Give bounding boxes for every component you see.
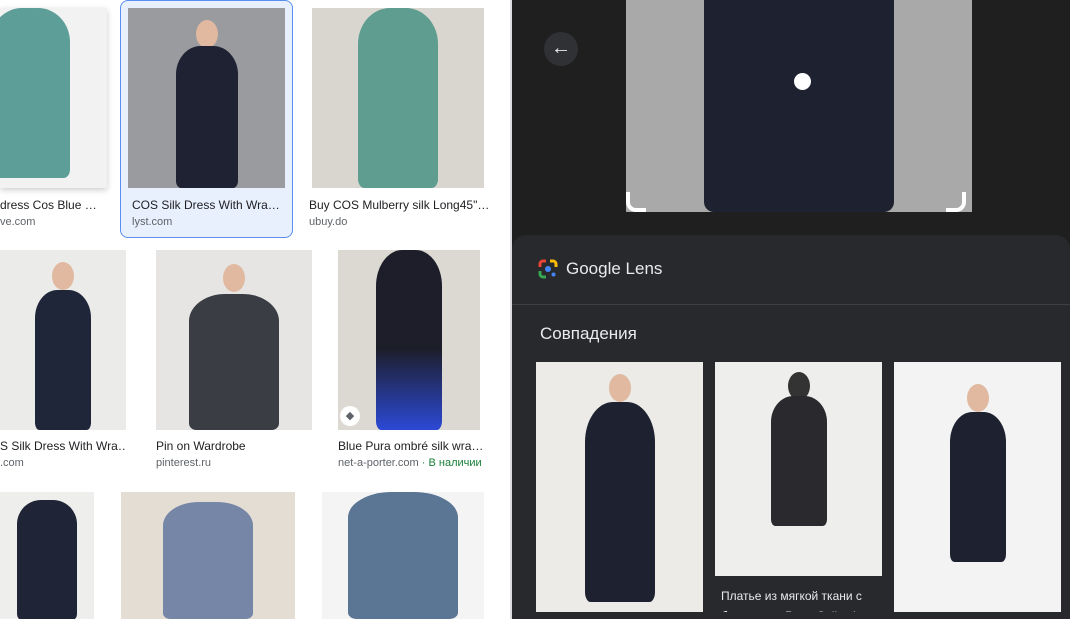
result-source: net-a-porter.com — [338, 457, 419, 469]
shopping-tag-icon: ◆ — [340, 406, 360, 426]
divider — [512, 304, 1070, 305]
result-image[interactable] — [121, 492, 295, 619]
result-image[interactable] — [156, 250, 312, 430]
result-source: ubuy.do — [309, 216, 348, 228]
google-lens-icon — [538, 259, 558, 279]
result-title[interactable]: Pin on Wardrobe — [156, 439, 246, 453]
result-source: lyst.com — [132, 216, 173, 228]
result-title[interactable]: dress Cos Blue … — [0, 198, 105, 212]
google-lens-header: Google Lens — [538, 259, 662, 279]
result-image[interactable] — [312, 8, 484, 188]
selected-image-crop[interactable] — [626, 0, 972, 212]
crop-handle[interactable] — [946, 192, 966, 212]
result-source: .com — [0, 457, 24, 469]
visual-match-dot[interactable] — [794, 73, 811, 90]
match-card[interactable] — [536, 362, 703, 612]
result-source: pinterest.ru — [156, 457, 212, 469]
result-title[interactable]: COS Silk Dress With Wra… — [132, 198, 282, 212]
crop-handle[interactable] — [626, 192, 646, 212]
result-image[interactable] — [0, 250, 126, 430]
match-card[interactable] — [894, 362, 1061, 612]
result-image[interactable] — [322, 492, 484, 619]
result-image[interactable]: ◆ — [338, 250, 480, 430]
result-title[interactable]: S Silk Dress With Wra… — [0, 439, 125, 453]
arrow-left-icon[interactable]: ← — [544, 32, 578, 66]
lens-brand: Google Lens — [566, 259, 663, 278]
match-card[interactable]: Платье из мягкой ткани с бусинами - Part… — [715, 362, 882, 612]
result-image[interactable] — [0, 8, 107, 188]
section-title: Совпадения — [540, 324, 637, 343]
match-title[interactable]: Платье из мягкой ткани с бусинами - Part… — [721, 586, 881, 612]
result-title[interactable]: Blue Pura ombré silk wra… — [338, 439, 488, 453]
image-results-grid: dress Cos Blue … ve.com COS Silk Dress W… — [0, 0, 510, 619]
availability-badge: · В наличии — [418, 457, 482, 469]
lens-results-panel: Google Lens Совпадения Платье из мягкой … — [512, 235, 1070, 619]
lens-pane: ← Google Lens Совпадения Платье из мягко… — [512, 0, 1070, 619]
result-image[interactable] — [128, 8, 285, 188]
result-title[interactable]: Buy COS Mulberry silk Long45"… — [309, 198, 489, 212]
result-image[interactable] — [0, 492, 94, 619]
result-source: ve.com — [0, 216, 36, 228]
